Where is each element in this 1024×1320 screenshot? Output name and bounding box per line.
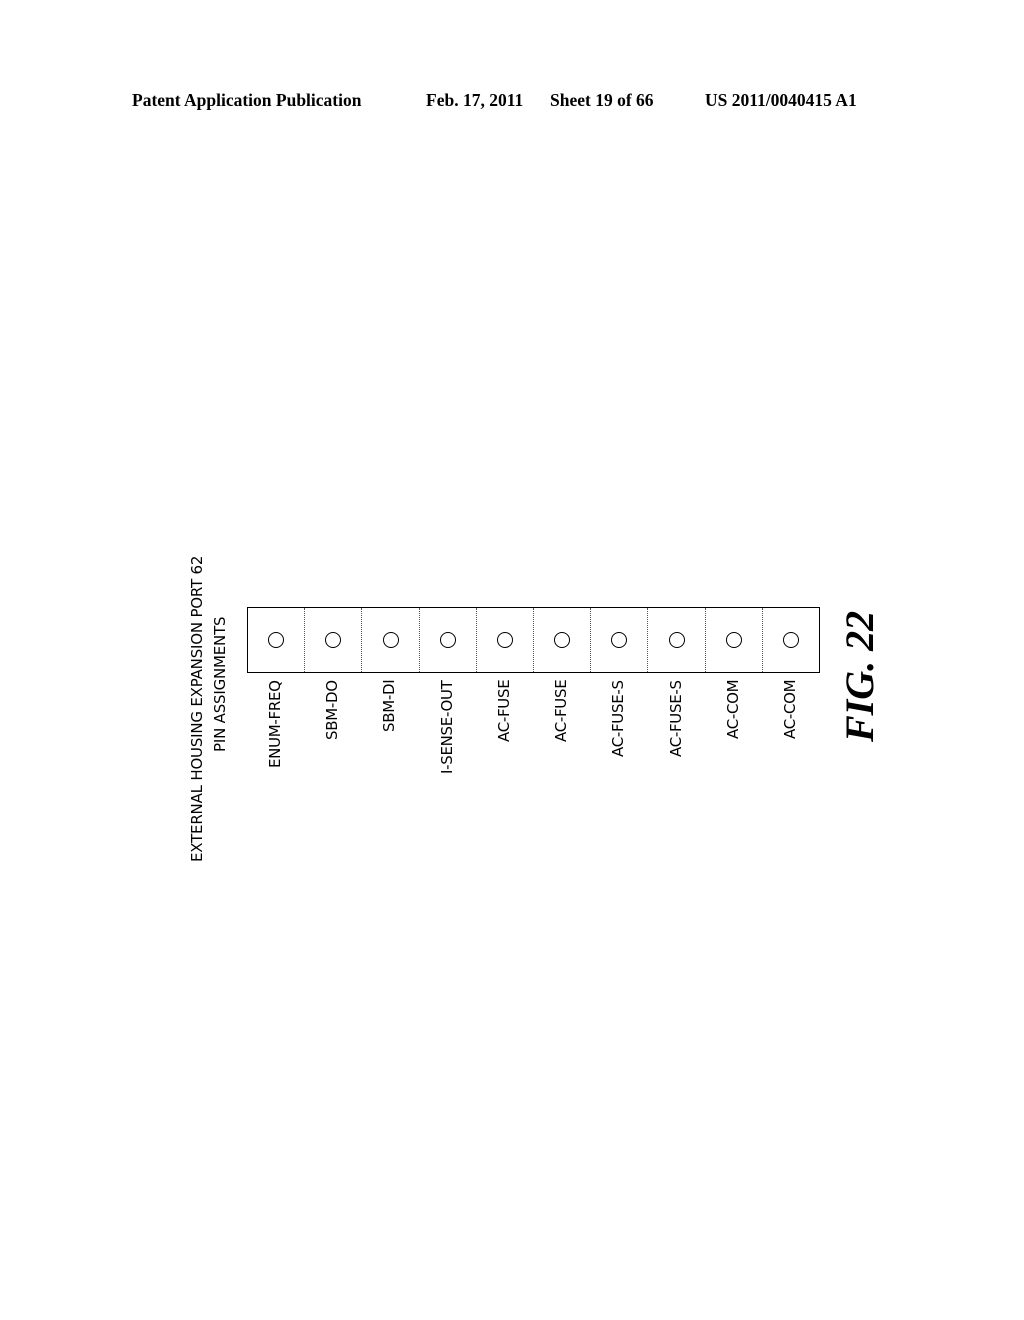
publication-title: Patent Application Publication [132,90,362,110]
pin-label: ENUM-FREQ [265,680,284,768]
pin-label: AC-FUSE [552,679,571,742]
pin-circle-icon [325,632,342,648]
pin-label: AC-FUSE-S [666,680,685,757]
pin-circle-icon [268,632,285,648]
figure-label: FIG. 22 [837,610,882,742]
pin-circle-icon [668,632,685,648]
pin-cell [248,608,304,672]
pin-label: AC-COM [781,679,800,739]
pin-cell [361,608,418,672]
pin-cell [704,608,762,672]
diagram-title-line1: EXTERNAL HOUSING EXPANSION PORT 62 [188,555,206,862]
pin-circle-icon [382,632,399,648]
patent-number: US 2011/0040415 A1 [705,90,857,110]
pin-label: I-SENSE-OUT [437,680,456,774]
pin-label: SBM-DO [322,680,341,740]
pin-label: AC-FUSE-S [609,680,628,757]
pin-label: AC-FUSE [494,679,513,742]
pin-circle-icon [554,632,571,648]
pin-cell [475,608,533,672]
pin-circle-icon [611,632,628,648]
pin-circle-icon [782,632,799,648]
pin-cell [304,608,361,672]
publication-date: Feb. 17, 2011 [426,90,524,110]
pin-label: SBM-DI [380,679,399,732]
pin-cell [590,608,647,672]
sheet-number: Sheet 19 of 66 [550,90,654,110]
page-header: Patent Application Publication Feb. 17, … [0,90,1024,114]
pin-label: AC-COM [724,679,743,739]
pin-circle-icon [496,632,513,648]
pin-circle-icon [725,632,742,648]
pin-cell [761,608,819,672]
pin-cell [533,608,590,672]
diagram-title-line2: PIN ASSIGNMENTS [211,616,229,752]
pin-circle-icon [439,632,456,648]
pin-cell [647,608,704,672]
pin-cell [418,608,476,672]
pin-connector-box [247,607,820,673]
